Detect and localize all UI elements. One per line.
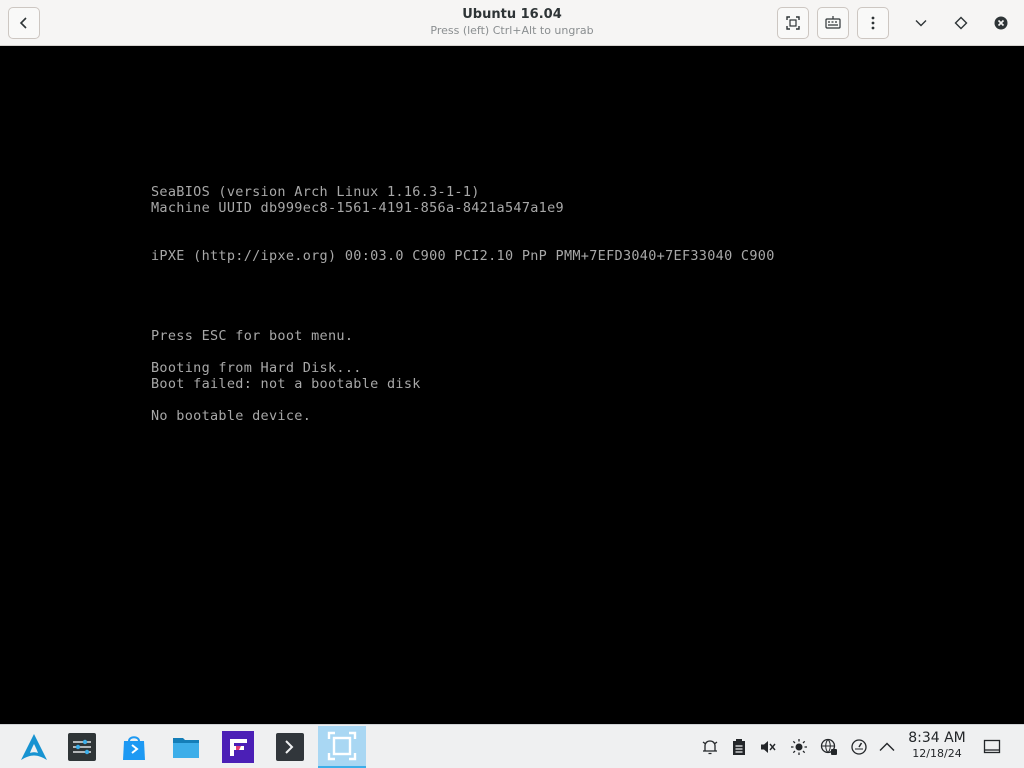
task-boxes[interactable] (318, 726, 366, 768)
show-desktop-icon (983, 739, 1001, 754)
tray-brightness[interactable] (789, 737, 809, 757)
power-icon (851, 739, 867, 755)
volume-muted-icon (761, 741, 776, 753)
clock-time: 8:34 AM (908, 730, 966, 746)
boxes-icon (327, 731, 357, 761)
back-button[interactable] (8, 7, 40, 39)
keyboard-icon (825, 16, 841, 29)
task-terminal[interactable] (266, 726, 314, 768)
tray-power-profile[interactable] (849, 737, 869, 757)
application-launcher[interactable] (10, 726, 58, 768)
f-logo-icon (222, 731, 254, 763)
window-title: Ubuntu 16.04 (462, 7, 562, 22)
maximize-button[interactable] (945, 7, 977, 39)
close-icon (994, 16, 1008, 30)
notification-bell-icon (702, 740, 718, 755)
tray-network[interactable] (819, 737, 839, 757)
fullscreen-icon (786, 16, 800, 30)
close-button[interactable] (985, 7, 1017, 39)
tray-volume[interactable] (758, 737, 778, 757)
vm-display[interactable]: SeaBIOS (version Arch Linux 1.16.3-1-1) … (0, 46, 1024, 724)
minimize-button[interactable] (905, 7, 937, 39)
boot-failed-line: Boot failed: not a bootable disk (151, 376, 421, 392)
shopping-bag-icon (123, 736, 145, 760)
bios-version-line: SeaBIOS (version Arch Linux 1.16.3-1-1) (151, 184, 480, 200)
window-subtitle: Press (left) Ctrl+Alt to ungrab (430, 24, 594, 37)
no-bootable-device-line: No bootable device. (151, 408, 312, 424)
tray-clipboard[interactable] (729, 737, 749, 757)
kebab-menu-icon (871, 16, 875, 30)
ipxe-line: iPXE (http://ipxe.org) 00:03.0 C900 PCI2… (151, 248, 775, 264)
digital-clock[interactable]: 8:34 AM 12/18/24 (900, 729, 974, 761)
send-keys-button[interactable] (817, 7, 849, 39)
brightness-icon (791, 739, 807, 755)
fullscreen-button[interactable] (777, 7, 809, 39)
boot-menu-hint-line: Press ESC for boot menu. (151, 328, 354, 344)
terminal-icon (276, 733, 304, 761)
taskbar: 8:34 AM 12/18/24 (0, 724, 1024, 768)
task-discover[interactable] (110, 726, 158, 768)
window-headerbar: Ubuntu 16.04 Press (left) Ctrl+Alt to un… (0, 0, 1024, 46)
diamond-icon (954, 16, 968, 30)
task-system-settings[interactable] (58, 726, 106, 768)
task-freetube[interactable] (214, 726, 262, 768)
network-icon (820, 738, 837, 755)
menu-button[interactable] (857, 7, 889, 39)
tray-expander[interactable] (877, 737, 897, 757)
folder-icon (173, 738, 199, 758)
sliders-icon (68, 733, 96, 761)
booting-line: Booting from Hard Disk... (151, 360, 362, 376)
show-desktop-button[interactable] (982, 737, 1002, 757)
chevron-down-icon (915, 20, 927, 27)
arch-linux-logo-icon (21, 734, 47, 760)
chevron-up-icon (879, 742, 895, 751)
task-file-manager[interactable] (162, 726, 210, 768)
machine-uuid-line: Machine UUID db999ec8-1561-4191-856a-842… (151, 200, 564, 216)
chevron-left-icon (19, 17, 27, 29)
window-title-block: Ubuntu 16.04 Press (left) Ctrl+Alt to un… (312, 6, 712, 38)
clipboard-icon (733, 739, 745, 755)
clock-date: 12/18/24 (912, 747, 962, 760)
tray-notifications[interactable] (700, 737, 720, 757)
